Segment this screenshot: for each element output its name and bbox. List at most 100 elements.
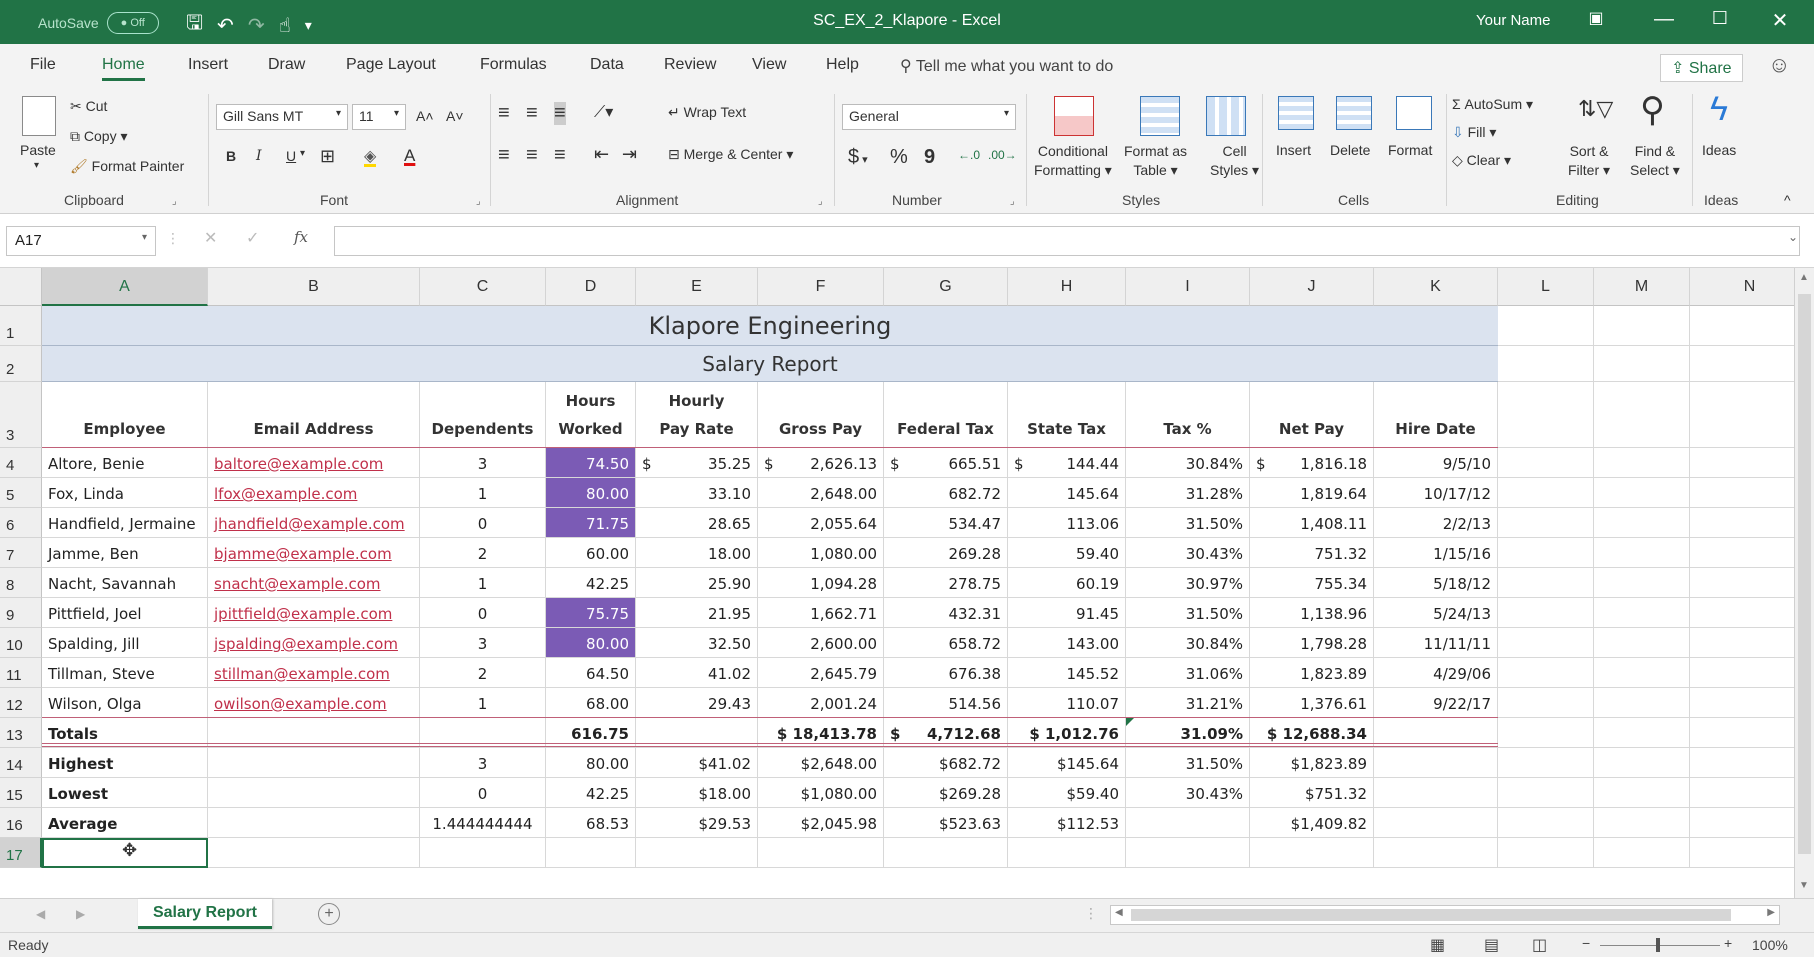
ideas-button[interactable]: Ideas <box>1702 142 1736 158</box>
find-magnifier-icon[interactable]: ⚲ <box>1640 90 1665 130</box>
cell-taxpct[interactable]: 30.43% <box>1126 538 1250 568</box>
cell-hire[interactable]: 10/17/12 <box>1374 478 1498 508</box>
cell-net[interactable]: $1,816.18 <box>1250 448 1374 478</box>
cell-hours[interactable]: 80.00 <box>546 478 636 508</box>
email-link[interactable]: stillman@example.com <box>208 658 420 688</box>
decrease-decimal-icon[interactable]: .00→ <box>988 148 1017 162</box>
delete-cells-button[interactable]: Delete <box>1330 142 1370 158</box>
cell-fed[interactable]: 432.31 <box>884 598 1008 628</box>
prev-sheet-icon[interactable]: ◀ <box>36 907 45 921</box>
cell[interactable] <box>1594 382 1690 448</box>
insert-cells-icon[interactable] <box>1278 96 1314 130</box>
cell[interactable] <box>1008 838 1126 868</box>
column-header-d[interactable]: D <box>546 268 636 306</box>
font-color-icon[interactable]: A <box>404 146 415 166</box>
email-link[interactable]: jpittfield@example.com <box>208 598 420 628</box>
orientation-icon[interactable]: ⟋▾ <box>594 102 613 122</box>
cell-rate[interactable]: 33.10 <box>636 478 758 508</box>
cell-taxpct[interactable]: 31.28% <box>1126 478 1250 508</box>
column-header-k[interactable]: K <box>1374 268 1498 306</box>
cell-fed[interactable]: 658.72 <box>884 628 1008 658</box>
cell-state[interactable]: 145.52 <box>1008 658 1126 688</box>
cell[interactable] <box>1250 838 1374 868</box>
cell-taxpct[interactable]: 31.50% <box>1126 598 1250 628</box>
user-name[interactable]: Your Name <box>1476 12 1551 29</box>
fill-color-icon[interactable]: ◈ <box>364 146 377 167</box>
cell[interactable] <box>1594 448 1690 478</box>
font-launcher-icon[interactable]: ⌟ <box>476 196 481 207</box>
cell-name[interactable]: Altore, Benie <box>42 448 208 478</box>
tell-me-box[interactable]: ⚲ Tell me what you want to do <box>900 56 1113 76</box>
cell-hire[interactable]: 9/5/10 <box>1374 448 1498 478</box>
cell-hours[interactable]: 42.25 <box>546 568 636 598</box>
highest-rate[interactable]: $41.02 <box>636 748 758 778</box>
cell-net[interactable]: 1,798.28 <box>1250 628 1374 658</box>
highest-hours[interactable]: 80.00 <box>546 748 636 778</box>
column-header-b[interactable]: B <box>208 268 420 306</box>
cell-state[interactable]: $144.44 <box>1008 448 1126 478</box>
scroll-up-icon[interactable]: ▲ <box>1799 272 1809 283</box>
cell[interactable] <box>1690 598 1794 628</box>
column-header-e[interactable]: E <box>636 268 758 306</box>
column-header-i[interactable]: I <box>1126 268 1250 306</box>
average-hours[interactable]: 68.53 <box>546 808 636 838</box>
average-state[interactable]: $112.53 <box>1008 808 1126 838</box>
scroll-down-icon[interactable]: ▼ <box>1799 880 1809 891</box>
lowest-net[interactable]: $751.32 <box>1250 778 1374 808</box>
cell[interactable] <box>1498 508 1594 538</box>
increase-font-icon[interactable]: A˄ <box>416 108 434 124</box>
tab-draw[interactable]: Draw <box>268 56 305 74</box>
autosum-button[interactable]: Σ AutoSum ▾ <box>1452 96 1533 113</box>
column-header-g[interactable]: G <box>884 268 1008 306</box>
cell-gross[interactable]: 1,094.28 <box>758 568 884 598</box>
cell-state[interactable]: 91.45 <box>1008 598 1126 628</box>
column-header-n[interactable]: N <box>1690 268 1794 306</box>
cell-state[interactable]: 113.06 <box>1008 508 1126 538</box>
lowest-label[interactable]: Lowest <box>42 778 208 808</box>
sheet-tab-salary-report[interactable]: Salary Report <box>138 899 272 929</box>
cell[interactable] <box>1690 718 1794 748</box>
sort-filter-icon[interactable]: ⇅▽ <box>1578 96 1613 122</box>
ribbon-display-icon[interactable]: ▣ <box>1576 8 1616 28</box>
page-layout-view-icon[interactable]: ▤ <box>1484 935 1499 955</box>
collapse-ribbon-icon[interactable]: ^ <box>1784 192 1791 208</box>
cell[interactable] <box>1690 628 1794 658</box>
cell[interactable] <box>546 838 636 868</box>
cell-name[interactable]: Nacht, Savannah <box>42 568 208 598</box>
highest-gross[interactable]: $2,648.00 <box>758 748 884 778</box>
cell-fed[interactable]: 676.38 <box>884 658 1008 688</box>
cell[interactable] <box>1690 778 1794 808</box>
alignment-launcher-icon[interactable]: ⌟ <box>818 196 823 207</box>
tab-review[interactable]: Review <box>664 56 716 74</box>
next-sheet-icon[interactable]: ▶ <box>76 907 85 921</box>
column-header-m[interactable]: M <box>1594 268 1690 306</box>
align-left-icon[interactable]: ≡ <box>498 144 510 167</box>
font-size-combo[interactable]: 11 ▾ <box>352 104 406 130</box>
cell-dep[interactable]: 3 <box>420 448 546 478</box>
cell-net[interactable]: 1,823.89 <box>1250 658 1374 688</box>
cell[interactable] <box>884 838 1008 868</box>
column-header-a[interactable]: A <box>42 268 208 306</box>
cell-fed[interactable]: $665.51 <box>884 448 1008 478</box>
row-header-11[interactable]: 11 <box>0 658 42 688</box>
cell-name[interactable]: Handfield, Jermaine <box>42 508 208 538</box>
row-header-16[interactable]: 16 <box>0 808 42 838</box>
underline-dropdown-icon[interactable]: ▾ <box>300 148 305 159</box>
row-header-4[interactable]: 4 <box>0 448 42 478</box>
cell-hours[interactable]: 80.00 <box>546 628 636 658</box>
name-box[interactable]: A17 ▾ <box>6 226 156 256</box>
cell-hours[interactable]: 75.75 <box>546 598 636 628</box>
cut-button[interactable]: ✂ Cut <box>70 98 107 115</box>
cell-hire[interactable]: 5/18/12 <box>1374 568 1498 598</box>
cell-rate[interactable]: 25.90 <box>636 568 758 598</box>
wrap-text-button[interactable]: ↵ Wrap Text <box>668 104 746 121</box>
cell-dep[interactable]: 2 <box>420 658 546 688</box>
average-taxpct[interactable] <box>1126 808 1250 838</box>
tab-page-layout[interactable]: Page Layout <box>346 56 436 74</box>
cell-hire[interactable]: 5/24/13 <box>1374 598 1498 628</box>
cell-net[interactable]: 1,138.96 <box>1250 598 1374 628</box>
cell-taxpct[interactable]: 30.97% <box>1126 568 1250 598</box>
zoom-in-icon[interactable]: + <box>1724 935 1732 951</box>
cell[interactable] <box>1594 718 1690 748</box>
borders-icon[interactable]: ⊞ <box>320 146 335 167</box>
